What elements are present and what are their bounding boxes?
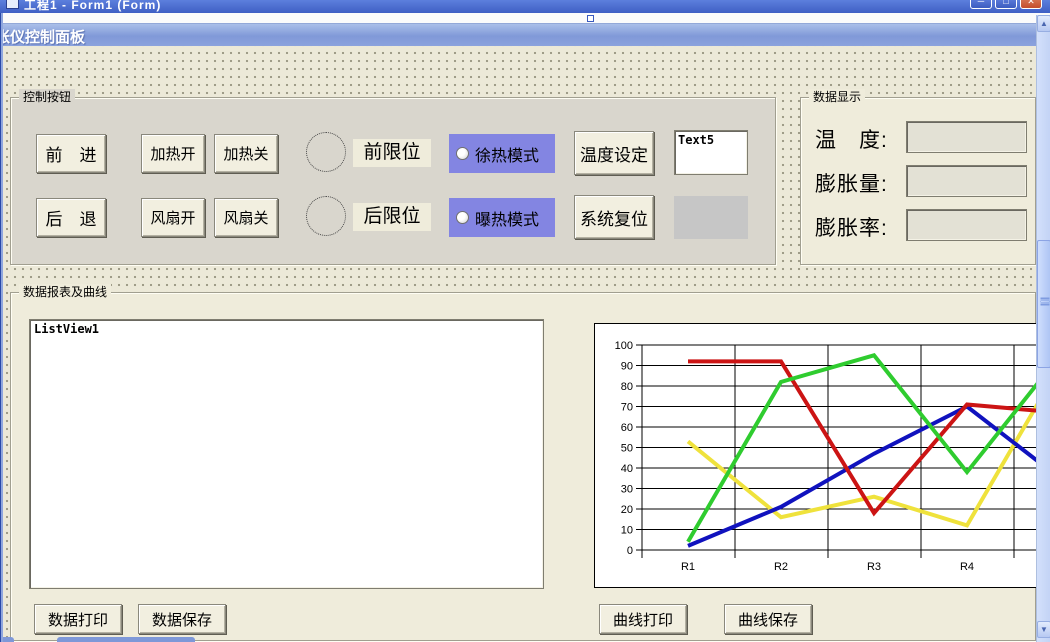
svg-text:R1: R1	[681, 561, 695, 573]
data-display-group: 数据显示 温 度: 膨胀量: 膨胀率:	[800, 97, 1036, 265]
svg-text:100: 100	[615, 340, 633, 352]
radio-circle-icon	[456, 147, 469, 160]
slow-heat-mode-label: 徐热模式	[475, 142, 539, 166]
down-arrow-icon: ▼	[1040, 625, 1048, 634]
text5-input[interactable]: Text5	[674, 130, 748, 175]
close-button[interactable]: ✕	[1020, 0, 1042, 9]
svg-text:20: 20	[621, 504, 633, 516]
data-save-button[interactable]: 数据保存	[138, 604, 226, 634]
form-caption-bar: 胀仪控制面板	[0, 24, 1050, 46]
svg-text:0: 0	[627, 545, 633, 557]
thumb-grip-icon	[1041, 301, 1049, 302]
svg-text:90: 90	[621, 361, 633, 373]
svg-text:70: 70	[621, 402, 633, 414]
svg-text:30: 30	[621, 484, 633, 496]
listview-label: ListView1	[34, 322, 99, 336]
control-buttons-group: 控制按钮 前 进 加热开 加热关 后 退 风扇开 风扇关 前限位 后限位 徐热模…	[10, 97, 776, 265]
rear-limit-indicator-shape	[306, 196, 346, 236]
up-arrow-icon: ▲	[1040, 19, 1048, 28]
curve-chart: 0 10 20 30 40 50 60 70 80 90 100 R1 R2 R3 R4	[594, 323, 1038, 588]
outer-title-text: 工程1 - Form1 (Form)	[24, 0, 161, 13]
expansion-rate-label: 膨胀率:	[815, 212, 888, 242]
form-caption-text: 胀仪控制面板	[0, 26, 85, 46]
form-resize-handle[interactable]	[587, 15, 594, 22]
minimize-button[interactable]: ─	[970, 0, 992, 9]
burst-heat-mode-radio[interactable]: 曝热模式	[449, 198, 555, 237]
svg-text:40: 40	[621, 463, 633, 475]
scrollbar-thumb[interactable]	[1037, 240, 1050, 368]
window-left-edge	[0, 13, 3, 642]
curve-print-button[interactable]: 曲线打印	[599, 604, 687, 634]
fan-off-button[interactable]: 风扇关	[214, 198, 278, 237]
svg-text:R2: R2	[774, 561, 788, 573]
radio-circle-icon	[456, 211, 469, 224]
vb-designer-window: 工程1 - Form1 (Form) ─ □ ✕ 胀仪控制面板 |◀ ◀ Ado…	[0, 0, 1050, 642]
svg-text:80: 80	[621, 381, 633, 393]
expansion-amount-label: 膨胀量:	[815, 168, 888, 198]
svg-text:R3: R3	[867, 561, 881, 573]
temperature-set-button[interactable]: 温度设定	[574, 131, 654, 175]
expansion-amount-value-box[interactable]	[906, 165, 1027, 197]
chart-svg: 0 10 20 30 40 50 60 70 80 90 100 R1 R2 R3 R4	[595, 324, 1038, 587]
report-group-title: 数据报表及曲线	[19, 284, 111, 300]
maximize-button[interactable]: □	[995, 0, 1017, 9]
form-body: |◀ ◀ Adodc1 ▶ ▶| 控制按钮 前 进 加热开 加热关 后 退 风扇…	[0, 46, 1050, 642]
status-picture-box	[674, 196, 748, 239]
svg-text:60: 60	[621, 422, 633, 434]
temperature-label: 温 度:	[815, 124, 888, 154]
vertical-scrollbar[interactable]: ▲ ▼	[1036, 15, 1050, 642]
heat-on-button[interactable]: 加热开	[141, 134, 205, 173]
scroll-up-button[interactable]: ▲	[1037, 15, 1050, 32]
svg-text:50: 50	[621, 443, 633, 455]
slow-heat-mode-radio[interactable]: 徐热模式	[449, 134, 555, 173]
curve-save-button[interactable]: 曲线保存	[724, 604, 812, 634]
fan-on-button[interactable]: 风扇开	[141, 198, 205, 237]
front-limit-indicator-shape	[306, 132, 346, 172]
scroll-down-button[interactable]: ▼	[1037, 621, 1050, 638]
designer-top-strip	[0, 13, 1050, 24]
temperature-value-box[interactable]	[906, 121, 1027, 153]
front-limit-label: 前限位	[353, 139, 431, 167]
heat-off-button[interactable]: 加热关	[214, 134, 278, 173]
window-bottom-edge	[57, 637, 195, 642]
back-button[interactable]: 后 退	[36, 198, 106, 237]
app-icon	[6, 0, 19, 9]
control-group-title: 控制按钮	[19, 89, 75, 105]
rear-limit-label: 后限位	[353, 203, 431, 231]
data-print-button[interactable]: 数据打印	[34, 604, 122, 634]
outer-title-bar: 工程1 - Form1 (Form) ─ □ ✕	[0, 0, 1050, 13]
forward-button[interactable]: 前 进	[36, 134, 106, 173]
listview[interactable]: ListView1	[29, 319, 544, 589]
system-reset-button[interactable]: 系统复位	[574, 195, 654, 239]
svg-text:R4: R4	[960, 561, 974, 573]
report-curves-group: 数据报表及曲线 ListView1 0102030405060708090100…	[10, 292, 1036, 641]
data-group-title: 数据显示	[809, 89, 865, 105]
burst-heat-mode-label: 曝热模式	[475, 206, 539, 230]
svg-text:10: 10	[621, 525, 633, 537]
expansion-rate-value-box[interactable]	[906, 209, 1027, 241]
